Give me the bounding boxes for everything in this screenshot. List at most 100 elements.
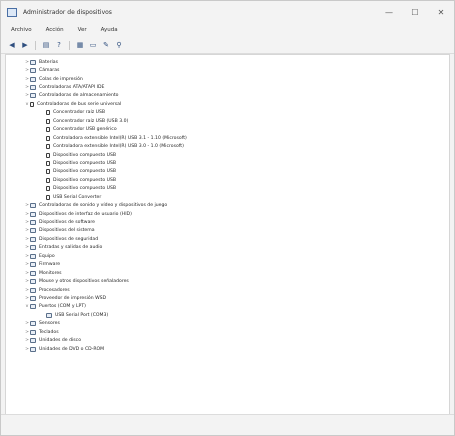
- tree-item[interactable]: > Dispositivos de interfaz de usuario (HI…: [6, 210, 449, 218]
- tree-child-item[interactable]: Concentrador raíz USB (USB 3.0): [6, 117, 449, 125]
- tree-item[interactable]: > Unidades de disco: [6, 336, 449, 344]
- tree-item[interactable]: > Dispositivos de software: [6, 218, 449, 226]
- usb-device-icon: [46, 194, 50, 200]
- close-button[interactable]: ✕: [428, 1, 454, 23]
- tree-item[interactable]: > Controladoras de almacenamiento: [6, 92, 449, 100]
- tree-child-item[interactable]: Dispositivo compuesto USB: [6, 185, 449, 193]
- status-bar: [1, 414, 454, 435]
- menu-ayuda[interactable]: Ayuda: [99, 26, 120, 34]
- menu-archivo[interactable]: Archivo: [9, 26, 34, 34]
- tree-item[interactable]: > Equipo: [6, 252, 449, 260]
- usb-device-icon: [46, 160, 50, 166]
- tree-item-expanded[interactable]: v Controladoras de bus serie universal: [6, 100, 449, 108]
- tree-child-item[interactable]: Controladora extensible Intel(R) USB 3.0…: [6, 142, 449, 150]
- speaker-icon: [30, 203, 36, 209]
- tree-item[interactable]: > Teclados: [6, 328, 449, 336]
- usb-device-icon: [46, 127, 50, 133]
- tree-item[interactable]: > Sensores: [6, 320, 449, 328]
- tree-item[interactable]: > Dispositivos del sistema: [6, 227, 449, 235]
- monitor-icon: [30, 270, 36, 276]
- tree-item[interactable]: > Unidades de DVD o CD-ROM: [6, 345, 449, 353]
- tree-item-label: Dispositivo compuesto USB: [53, 169, 117, 175]
- tree-item-label: Proveedor de impresión WSD: [39, 295, 107, 301]
- processor-icon: [30, 287, 36, 293]
- tree-item[interactable]: > Procesadores: [6, 286, 449, 294]
- forward-arrow-icon[interactable]: ▶: [20, 41, 30, 50]
- tree-child-item[interactable]: Concentrador USB genérico: [6, 126, 449, 134]
- update-driver-icon[interactable]: ✎: [101, 41, 111, 50]
- usb-device-icon: [46, 144, 50, 150]
- tree-item-label: Unidades de disco: [39, 338, 82, 344]
- tree-item-expanded[interactable]: v Puertos (COM y LPT): [6, 303, 449, 311]
- security-device-icon: [30, 236, 36, 242]
- tree-item-label: Concentrador raíz USB: [53, 110, 106, 116]
- tree-item[interactable]: > Dispositivos de seguridad: [6, 235, 449, 243]
- tree-item[interactable]: > Monitores: [6, 269, 449, 277]
- tree-item-label: Dispositivo compuesto USB: [53, 186, 117, 192]
- tree-item-label: Dispositivos de seguridad: [39, 236, 99, 242]
- usb-icon: [30, 101, 34, 107]
- tree-item-label: Controladoras ATA/ATAPI IDE: [39, 85, 105, 91]
- print-provider-icon: [30, 295, 36, 301]
- tree-item[interactable]: > Proveedor de impresión WSD: [6, 294, 449, 302]
- tree-item-label: Cámaras: [39, 68, 60, 74]
- back-arrow-icon[interactable]: ◀: [7, 41, 17, 50]
- tree-child-item[interactable]: Dispositivo compuesto USB: [6, 168, 449, 176]
- maximize-button[interactable]: ☐: [402, 1, 428, 23]
- sensor-icon: [30, 321, 36, 327]
- tree-child-item[interactable]: Concentrador raíz USB: [6, 109, 449, 117]
- tree-child-item[interactable]: Dispositivo compuesto USB: [6, 176, 449, 184]
- tree-item-label: Controladora extensible Intel(R) USB 3.1…: [53, 135, 187, 141]
- tree-item-label: Controladoras de sonido y vídeo y dispos…: [39, 203, 168, 209]
- tree-item-label: Unidades de DVD o CD-ROM: [39, 346, 105, 352]
- window-title: Administrador de dispositivos: [23, 8, 112, 16]
- view-icon[interactable]: ▦: [75, 41, 85, 50]
- tree-child-item[interactable]: USB Serial Converter: [6, 193, 449, 201]
- title-bar: Administrador de dispositivos — ☐ ✕: [1, 1, 454, 23]
- tree-item-label: Puertos (COM y LPT): [39, 304, 86, 310]
- hid-icon: [30, 211, 36, 217]
- tree-item[interactable]: > Entradas y salidas de audio: [6, 244, 449, 252]
- tree-item[interactable]: > Firmware: [6, 261, 449, 269]
- audio-io-icon: [30, 245, 36, 251]
- tree-item[interactable]: > Controladoras de sonido y vídeo y dispo…: [6, 201, 449, 209]
- tree-item-label: Concentrador USB genérico: [53, 127, 117, 133]
- tree-item-label: Procesadores: [39, 287, 70, 293]
- monitor-icon[interactable]: ▭: [88, 41, 98, 50]
- tree-item-label: Controladoras de almacenamiento: [39, 93, 119, 99]
- tree-child-item[interactable]: Dispositivo compuesto USB: [6, 159, 449, 167]
- tree-item[interactable]: > Cámaras: [6, 66, 449, 74]
- tree-item-label: Entradas y salidas de audio: [39, 245, 103, 251]
- mouse-icon: [30, 279, 36, 285]
- properties-icon[interactable]: ▤: [41, 41, 51, 50]
- tree-child-item[interactable]: Dispositivo compuesto USB: [6, 151, 449, 159]
- menu-ver[interactable]: Ver: [76, 26, 89, 34]
- minimize-button[interactable]: —: [376, 1, 402, 23]
- tree-item-label: Colas de impresión: [39, 76, 83, 82]
- tree-item-label: Equipo: [39, 253, 55, 259]
- tree-item-label: Mouse y otros dispositivos señaladores: [39, 279, 129, 285]
- tree-child-item[interactable]: USB Serial Port (COM3): [6, 311, 449, 319]
- device-tree[interactable]: > Baterías > Cámaras > Colas de impresión >…: [5, 54, 450, 415]
- menu-bar: Archivo Acción Ver Ayuda: [1, 23, 454, 37]
- tree-item[interactable]: > Baterías: [6, 58, 449, 66]
- tree-item[interactable]: > Mouse y otros dispositivos señaladores: [6, 277, 449, 285]
- storage-controller-icon: [30, 93, 36, 99]
- scan-hardware-icon[interactable]: ⚲: [114, 41, 124, 50]
- tree-item[interactable]: > Controladoras ATA/ATAPI IDE: [6, 83, 449, 91]
- device-manager-window: Administrador de dispositivos — ☐ ✕ Arch…: [0, 0, 455, 436]
- tree-item-label: Controladoras de bus serie universal: [37, 101, 122, 107]
- tree-child-item[interactable]: Controladora extensible Intel(R) USB 3.1…: [6, 134, 449, 142]
- ide-controller-icon: [30, 85, 36, 91]
- toolbar: ◀ ▶ ▤ ? ▦ ▭ ✎ ⚲: [1, 37, 454, 54]
- battery-icon: [30, 59, 36, 65]
- usb-device-icon: [46, 169, 50, 175]
- tree-item[interactable]: > Colas de impresión: [6, 75, 449, 83]
- menu-accion[interactable]: Acción: [44, 26, 66, 34]
- tree-item-label: USB Serial Converter: [53, 194, 102, 200]
- help-icon[interactable]: ?: [54, 41, 64, 50]
- tree-item-label: Dispositivo compuesto USB: [53, 152, 117, 158]
- dvd-drive-icon: [30, 346, 36, 352]
- usb-device-icon: [46, 177, 50, 183]
- usb-device-icon: [46, 186, 50, 192]
